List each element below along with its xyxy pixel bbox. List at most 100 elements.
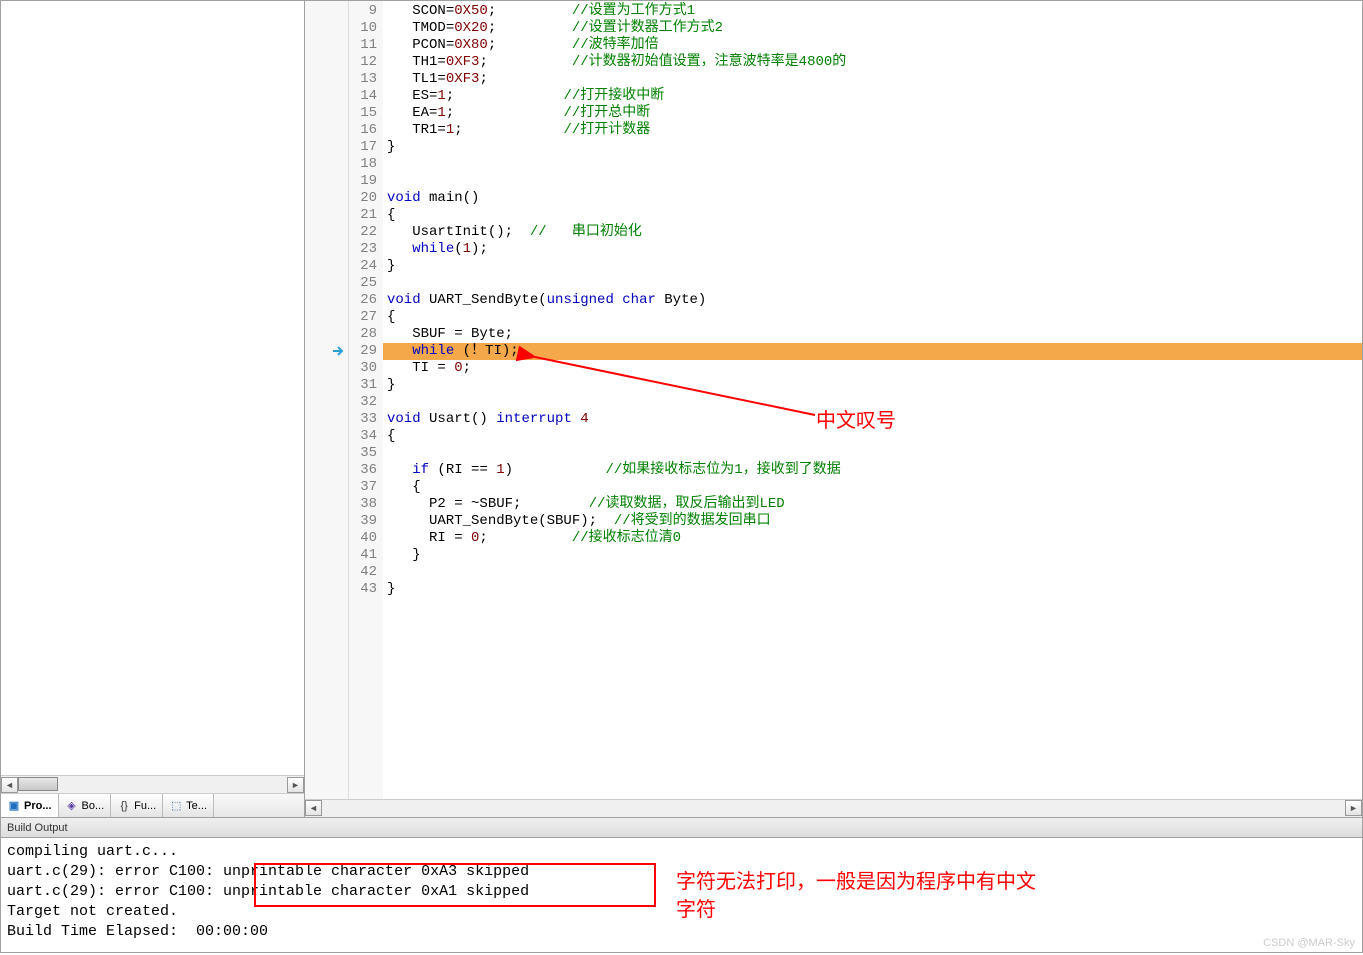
templates-icon: ⬚	[169, 799, 183, 813]
code-line[interactable]: }	[387, 581, 1362, 598]
build-output-line: uart.c(29): error C100: unprintable char…	[7, 882, 1356, 902]
code-line[interactable]: TH1=0XF3; //计数器初始值设置，注意波特率是4800的	[387, 54, 1362, 71]
line-number: 19	[349, 173, 377, 190]
line-number: 28	[349, 326, 377, 343]
functions-icon: {}	[117, 799, 131, 813]
code-line[interactable]: TMOD=0X20; //设置计数器工作方式2	[387, 20, 1362, 37]
code-line[interactable]: {	[387, 309, 1362, 326]
line-number: 23	[349, 241, 377, 258]
code-line[interactable]: }	[387, 258, 1362, 275]
code-line[interactable]: while(1);	[387, 241, 1362, 258]
line-number: 41	[349, 547, 377, 564]
line-number: 29	[349, 343, 377, 360]
line-number: 24	[349, 258, 377, 275]
line-number: 35	[349, 445, 377, 462]
code-line[interactable]	[387, 394, 1362, 411]
scroll-right-btn[interactable]: ►	[287, 777, 304, 793]
code-line[interactable]: TI = 0;	[387, 360, 1362, 377]
line-number: 37	[349, 479, 377, 496]
code-line[interactable]	[387, 275, 1362, 292]
code-content[interactable]: SCON=0X50; //设置为工作方式1 TMOD=0X20; //设置计数器…	[383, 1, 1362, 799]
code-line[interactable]: PCON=0X80; //波特率加倍	[387, 37, 1362, 54]
code-line[interactable]: void main()	[387, 190, 1362, 207]
left-tab-bar: ▣Pro...◈Bo...{}Fu...⬚Te...	[1, 793, 304, 817]
code-line[interactable]	[387, 445, 1362, 462]
code-line[interactable]: ES=1; //打开接收中断	[387, 88, 1362, 105]
line-number: 31	[349, 377, 377, 394]
line-number: 43	[349, 581, 377, 598]
build-output-header: Build Output	[0, 818, 1363, 838]
code-line[interactable]	[387, 156, 1362, 173]
main-area: ◄ ► ▣Pro...◈Bo...{}Fu...⬚Te... 910111213…	[0, 0, 1363, 818]
code-line[interactable]: P2 = ~SBUF; //读取数据，取反后输出到LED	[387, 496, 1362, 513]
watermark: CSDN @MAR-Sky	[1263, 937, 1355, 949]
project-panel: ◄ ► ▣Pro...◈Bo...{}Fu...⬚Te...	[1, 1, 305, 817]
code-line[interactable]	[387, 173, 1362, 190]
line-number: 39	[349, 513, 377, 530]
line-number: 17	[349, 139, 377, 156]
line-number: 14	[349, 88, 377, 105]
code-line[interactable]: }	[387, 377, 1362, 394]
marker-gutter	[305, 1, 349, 799]
line-number: 34	[349, 428, 377, 445]
editor-scroll-track[interactable]	[322, 800, 1345, 816]
code-line[interactable]: TR1=1; //打开计数器	[387, 122, 1362, 139]
line-number: 13	[349, 71, 377, 88]
code-line[interactable]: {	[387, 428, 1362, 445]
code-line[interactable]: SBUF = Byte;	[387, 326, 1362, 343]
code-area[interactable]: 9101112131415161718192021222324252627282…	[305, 1, 1362, 799]
code-line[interactable]: {	[387, 479, 1362, 496]
line-number: 33	[349, 411, 377, 428]
line-number: 22	[349, 224, 377, 241]
line-number: 42	[349, 564, 377, 581]
line-number: 21	[349, 207, 377, 224]
code-line[interactable]: SCON=0X50; //设置为工作方式1	[387, 3, 1362, 20]
code-line[interactable]: while (！TI);	[387, 343, 1362, 360]
line-number: 32	[349, 394, 377, 411]
project-icon: ▣	[7, 799, 21, 813]
line-number: 20	[349, 190, 377, 207]
tab-label: Fu...	[134, 800, 156, 812]
scroll-left-btn[interactable]: ◄	[1, 777, 18, 793]
code-line[interactable]: void Usart() interrupt 4	[387, 411, 1362, 428]
left-tab-project[interactable]: ▣Pro...	[1, 794, 59, 817]
editor-scroll-left-btn[interactable]: ◄	[305, 800, 322, 816]
build-output-line: compiling uart.c...	[7, 842, 1356, 862]
code-line[interactable]: }	[387, 547, 1362, 564]
editor-h-scrollbar[interactable]: ◄ ►	[305, 799, 1362, 817]
left-tab-templates[interactable]: ⬚Te...	[163, 794, 214, 817]
code-line[interactable]	[387, 564, 1362, 581]
line-number: 15	[349, 105, 377, 122]
line-number: 16	[349, 122, 377, 139]
line-number: 11	[349, 37, 377, 54]
project-tree[interactable]	[1, 1, 304, 775]
code-line[interactable]: {	[387, 207, 1362, 224]
code-line[interactable]: EA=1; //打开总中断	[387, 105, 1362, 122]
scroll-track[interactable]	[18, 777, 287, 793]
scroll-thumb[interactable]	[18, 777, 58, 791]
code-line[interactable]: UART_SendByte(SBUF); //将受到的数据发回串口	[387, 513, 1362, 530]
line-number: 27	[349, 309, 377, 326]
left-tab-books[interactable]: ◈Bo...	[59, 794, 112, 817]
line-number: 25	[349, 275, 377, 292]
code-line[interactable]: RI = 0; //接收标志位清0	[387, 530, 1362, 547]
build-output-line: uart.c(29): error C100: unprintable char…	[7, 862, 1356, 882]
line-number: 10	[349, 20, 377, 37]
code-line[interactable]: TL1=0XF3;	[387, 71, 1362, 88]
line-number: 9	[349, 3, 377, 20]
line-number: 40	[349, 530, 377, 547]
code-line[interactable]: if (RI == 1) //如果接收标志位为1，接收到了数据	[387, 462, 1362, 479]
line-number: 30	[349, 360, 377, 377]
code-line[interactable]: }	[387, 139, 1362, 156]
code-line[interactable]: void UART_SendByte(unsigned char Byte)	[387, 292, 1362, 309]
build-output-line: Build Time Elapsed: 00:00:00	[7, 922, 1356, 942]
editor-scroll-right-btn[interactable]: ►	[1345, 800, 1362, 816]
left-tab-functions[interactable]: {}Fu...	[111, 794, 163, 817]
books-icon: ◈	[65, 799, 79, 813]
code-line[interactable]: UsartInit(); // 串口初始化	[387, 224, 1362, 241]
left-h-scrollbar[interactable]: ◄ ►	[1, 775, 304, 793]
line-number: 38	[349, 496, 377, 513]
build-output-panel[interactable]: compiling uart.c...uart.c(29): error C10…	[0, 838, 1363, 953]
tab-label: Bo...	[82, 800, 105, 812]
editor-panel: 9101112131415161718192021222324252627282…	[305, 1, 1362, 817]
